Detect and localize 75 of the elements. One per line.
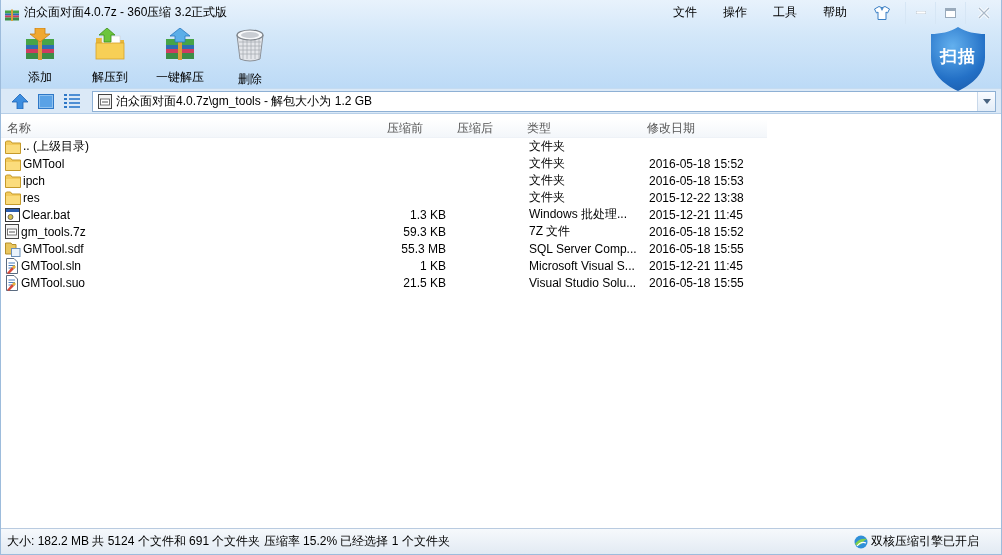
modified-date: 2016-05-18 15:52 bbox=[648, 224, 745, 239]
shirt-icon bbox=[874, 5, 890, 20]
file-type: SQL Server Comp... bbox=[528, 241, 638, 256]
toolbar-button[interactable]: 一键解压 bbox=[150, 28, 210, 88]
list-view-button[interactable] bbox=[63, 92, 81, 110]
icon-view-button[interactable] bbox=[37, 92, 55, 110]
database-file-icon bbox=[5, 240, 21, 257]
window-title: 泊众面对面4.0.7z - 360压缩 3.2正式版 bbox=[24, 4, 228, 21]
folder-icon bbox=[5, 139, 21, 154]
file-name: GMTool.sdf bbox=[23, 241, 84, 256]
file-size: 1.3 KB bbox=[408, 207, 447, 222]
archive-file-icon bbox=[5, 224, 19, 239]
file-size: 59.3 KB bbox=[402, 224, 447, 239]
file-name: Clear.bat bbox=[22, 207, 71, 222]
modified-date: 2016-05-18 15:53 bbox=[648, 173, 745, 188]
toolbar-button[interactable]: 删除 bbox=[220, 28, 280, 88]
archive-stack-icon bbox=[24, 28, 56, 60]
modified-date: 2016-05-18 15:55 bbox=[648, 275, 745, 290]
modified-date: 2015-12-21 11:45 bbox=[648, 207, 744, 222]
up-button[interactable] bbox=[11, 92, 29, 110]
column-header[interactable]: 名称 bbox=[1, 119, 381, 137]
document-pen-icon bbox=[5, 274, 19, 291]
file-name: GMTool.suo bbox=[21, 275, 86, 290]
column-header[interactable]: 压缩后 bbox=[451, 119, 521, 137]
folder-icon bbox=[5, 190, 21, 205]
file-name: GMTool bbox=[23, 156, 65, 171]
file-size: 1 KB bbox=[419, 258, 447, 273]
file-type: 文件夹 bbox=[528, 138, 566, 155]
modified-date: 2016-05-18 15:55 bbox=[648, 241, 745, 256]
file-name: ipch bbox=[23, 173, 45, 188]
file-type: 文件夹 bbox=[528, 189, 566, 206]
folder-icon bbox=[5, 156, 21, 171]
file-name: GMTool.sln bbox=[21, 258, 82, 273]
up-arrow-icon bbox=[12, 93, 28, 109]
file-type: 文件夹 bbox=[528, 155, 566, 172]
column-header[interactable]: 压缩前 bbox=[381, 119, 451, 137]
modified-date: 2016-05-18 15:52 bbox=[648, 156, 745, 171]
caret-icon bbox=[982, 98, 991, 104]
close-icon bbox=[977, 6, 990, 19]
file-name: gm_tools.7z bbox=[21, 224, 86, 239]
folder-icon bbox=[5, 173, 21, 188]
file-size: 55.3 MB bbox=[400, 241, 447, 256]
modified-date: 2015-12-21 11:45 bbox=[648, 258, 744, 273]
file-name: res bbox=[23, 190, 40, 205]
menu-item[interactable]: 工具 bbox=[773, 2, 797, 23]
maximize-icon bbox=[945, 7, 956, 18]
file-type: Windows 批处理... bbox=[528, 206, 628, 223]
file-name: .. (上级目录) bbox=[23, 138, 89, 155]
toolbar-button[interactable]: 添加 bbox=[10, 28, 70, 88]
file-type: 文件夹 bbox=[528, 172, 566, 189]
file-type: Visual Studio Solu... bbox=[528, 275, 638, 290]
column-header[interactable]: 修改日期 bbox=[641, 119, 767, 137]
document-pen-icon bbox=[5, 257, 19, 274]
trash-can-icon bbox=[234, 28, 266, 62]
address-field[interactable]: 泊众面对面4.0.7z\gm_tools - 解包大小为 1.2 GB bbox=[92, 90, 996, 112]
menu-item[interactable]: 文件 bbox=[673, 2, 697, 23]
toolbar-button[interactable]: 解压到 bbox=[80, 28, 140, 88]
column-header[interactable]: 类型 bbox=[521, 119, 641, 137]
engine-status: 双核压缩引擎已开启 bbox=[871, 533, 979, 550]
file-type: Microsoft Visual S... bbox=[528, 258, 636, 273]
status-summary: 大小: 182.2 MB 共 5124 个文件和 691 个文件夹 压缩率 15.2% 已经选择 1 个文件夹 bbox=[7, 533, 450, 550]
file-size: 21.5 KB bbox=[402, 275, 447, 290]
folder-arrow-icon bbox=[94, 28, 126, 60]
menu-item[interactable]: 操作 bbox=[723, 2, 747, 23]
window-gear-icon bbox=[5, 207, 20, 222]
modified-date: 2015-12-22 13:38 bbox=[648, 190, 745, 205]
archive-stack-icon bbox=[164, 28, 196, 60]
skin-button[interactable] bbox=[873, 3, 891, 22]
square-icon bbox=[38, 93, 54, 109]
file-type: 7Z 文件 bbox=[528, 223, 572, 240]
menu-item[interactable]: 帮助 bbox=[823, 2, 847, 23]
dropdown-button[interactable] bbox=[977, 91, 995, 111]
swirl-ball-icon bbox=[854, 534, 868, 549]
archive-file-icon bbox=[98, 93, 112, 109]
list-icon bbox=[64, 94, 80, 108]
